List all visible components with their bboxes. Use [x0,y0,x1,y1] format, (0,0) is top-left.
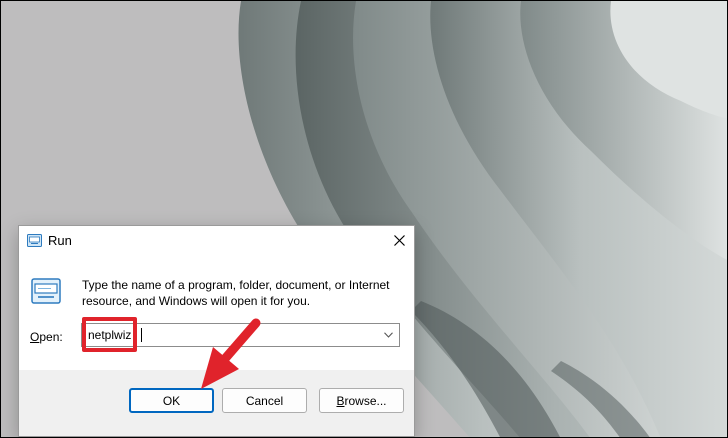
browse-label: rowse... [344,393,387,408]
screenshot-frame: Run Type the name of a program, folder, … [0,0,728,438]
chevron-down-icon [383,332,393,338]
close-icon [393,234,405,246]
cancel-button[interactable]: Cancel [222,388,307,413]
open-label-text: pen: [39,330,63,344]
ok-button[interactable]: OK [129,388,214,413]
run-description: Type the name of a program, folder, docu… [82,278,390,308]
browse-accesskey: B [336,393,345,408]
browse-button[interactable]: Browse... [319,388,404,413]
button-bar: OK Cancel Browse... [19,370,414,436]
run-dialog: Run Type the name of a program, folder, … [18,225,415,437]
text-caret [141,328,142,342]
open-label: Open: [30,330,63,344]
open-label-accesskey: O [30,330,40,344]
close-button[interactable] [389,230,409,250]
dialog-title: Run [48,233,72,248]
input-highlight-box [82,317,137,352]
title-bar[interactable]: Run [19,226,414,256]
run-program-icon [31,278,61,304]
run-title-icon [27,234,42,247]
dropdown-button[interactable] [381,328,395,342]
